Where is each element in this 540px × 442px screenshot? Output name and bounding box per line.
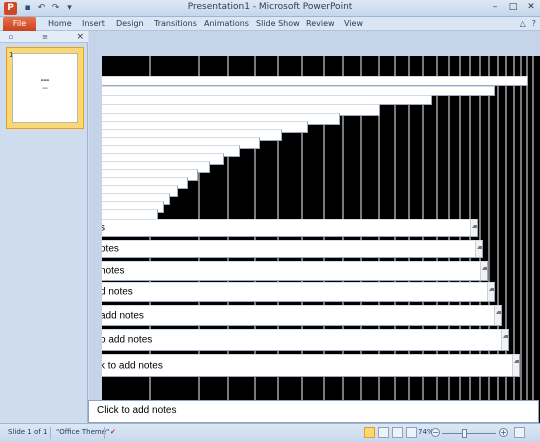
thumbnail-subtitle-placeholder: ▬▬ bbox=[42, 86, 48, 90]
slide-count: Slide 1 of 1 bbox=[8, 428, 48, 436]
slides-pane: ▫ ≡ × 1 ▬▬▬ ▬▬ bbox=[0, 31, 88, 423]
notes-pane-ghost: s bbox=[102, 219, 478, 237]
notes-pane-ghost: d notes bbox=[102, 282, 495, 302]
tab-transitions[interactable]: Transitions bbox=[154, 17, 197, 31]
glitch-streak bbox=[532, 56, 534, 423]
ribbon-tab-row: File Home Insert Design Transitions Anim… bbox=[0, 17, 540, 31]
scrollbar-arrow-icon bbox=[512, 355, 519, 376]
notes-pane-ghost: k to add notes bbox=[102, 354, 520, 377]
zoom-slider-track[interactable] bbox=[442, 433, 496, 434]
glitch-streak bbox=[526, 56, 528, 423]
tab-file[interactable]: File bbox=[3, 17, 36, 31]
notes-ghost-text: o add notes bbox=[102, 334, 153, 346]
close-icon[interactable]: ✕ bbox=[526, 2, 536, 13]
slide-show-view-icon[interactable] bbox=[406, 427, 417, 438]
notes-pane-ghost: o add notes bbox=[102, 329, 509, 351]
slide-editing-area[interactable]: s otes notes d notes add notes o add notes k t… bbox=[89, 31, 540, 423]
minimize-icon[interactable]: – bbox=[490, 2, 500, 13]
scrollbar-arrow-icon bbox=[480, 262, 487, 280]
zoom-out-icon[interactable]: − bbox=[431, 428, 440, 437]
maximize-icon[interactable]: □ bbox=[508, 2, 518, 13]
pane-header: ▫ ≡ × bbox=[0, 31, 88, 43]
reading-view-icon[interactable] bbox=[392, 427, 403, 438]
window-controls: – □ ✕ bbox=[490, 2, 536, 13]
window-title: Presentation1 - Microsoft PowerPoint bbox=[187, 2, 353, 12]
notes-placeholder: Click to add notes bbox=[97, 405, 177, 416]
zoom-slider-thumb[interactable] bbox=[461, 429, 467, 438]
zoom-in-icon[interactable]: + bbox=[499, 428, 508, 437]
scrollbar-arrow-icon bbox=[494, 306, 501, 325]
help-icon[interactable]: ? bbox=[532, 19, 536, 28]
title-bar: P ▪ ↶ ↷ ▾ Presentation1 - Microsoft Powe… bbox=[0, 0, 540, 17]
status-bar: Slide 1 of 1 "Office Theme" ✔ 74% − + bbox=[0, 423, 540, 442]
thumbnail-title-placeholder: ▬▬▬ bbox=[40, 78, 50, 82]
tab-design[interactable]: Design bbox=[116, 17, 144, 31]
tab-animations[interactable]: Animations bbox=[204, 17, 249, 31]
tab-view[interactable]: View bbox=[344, 17, 363, 31]
scrollbar-arrow-icon bbox=[475, 241, 482, 257]
scrollbar-arrow-icon bbox=[487, 283, 494, 301]
notes-ghost-text: k to add notes bbox=[102, 360, 163, 371]
notes-pane-ghost: otes bbox=[102, 240, 483, 258]
ribbon-controls: △ ? bbox=[520, 19, 536, 28]
scrollbar-arrow-icon bbox=[501, 330, 508, 350]
outline-tab-icon[interactable]: ≡ bbox=[38, 32, 52, 42]
status-divider bbox=[104, 427, 105, 439]
spelling-check-icon[interactable]: ✔ bbox=[110, 428, 116, 436]
notes-ghost-text: s bbox=[102, 223, 105, 234]
normal-view-icon[interactable] bbox=[364, 427, 375, 438]
notes-ghost-text: notes bbox=[102, 265, 125, 277]
slide-sorter-view-icon[interactable] bbox=[378, 427, 389, 438]
notes-ghost-text: add notes bbox=[102, 310, 144, 321]
tab-insert[interactable]: Insert bbox=[82, 17, 105, 31]
notes-pane-ghost: notes bbox=[102, 261, 488, 281]
tab-review[interactable]: Review bbox=[306, 17, 335, 31]
notes-pane-ghost bbox=[102, 76, 528, 86]
rendering-glitch-area: s otes notes d notes add notes o add notes k t… bbox=[102, 56, 540, 423]
slide-thumbnail[interactable]: ▬▬▬ ▬▬ bbox=[12, 53, 78, 123]
tab-slide-show[interactable]: Slide Show bbox=[256, 17, 300, 31]
theme-name[interactable]: "Office Theme" bbox=[56, 428, 109, 436]
fit-slide-icon[interactable] bbox=[514, 427, 525, 438]
pane-close-icon[interactable]: × bbox=[76, 31, 84, 43]
glitch-streak bbox=[520, 56, 522, 423]
notes-ghost-text: otes bbox=[102, 243, 119, 255]
notes-pane[interactable]: Click to add notes bbox=[88, 400, 539, 423]
notes-pane-ghost: add notes bbox=[102, 305, 502, 326]
status-divider bbox=[50, 427, 51, 439]
minimize-ribbon-icon[interactable]: △ bbox=[520, 19, 526, 28]
tab-home[interactable]: Home bbox=[48, 17, 72, 31]
scrollbar-arrow-icon bbox=[470, 220, 477, 236]
notes-ghost-text: d notes bbox=[102, 286, 133, 298]
slides-tab-icon[interactable]: ▫ bbox=[4, 32, 18, 42]
